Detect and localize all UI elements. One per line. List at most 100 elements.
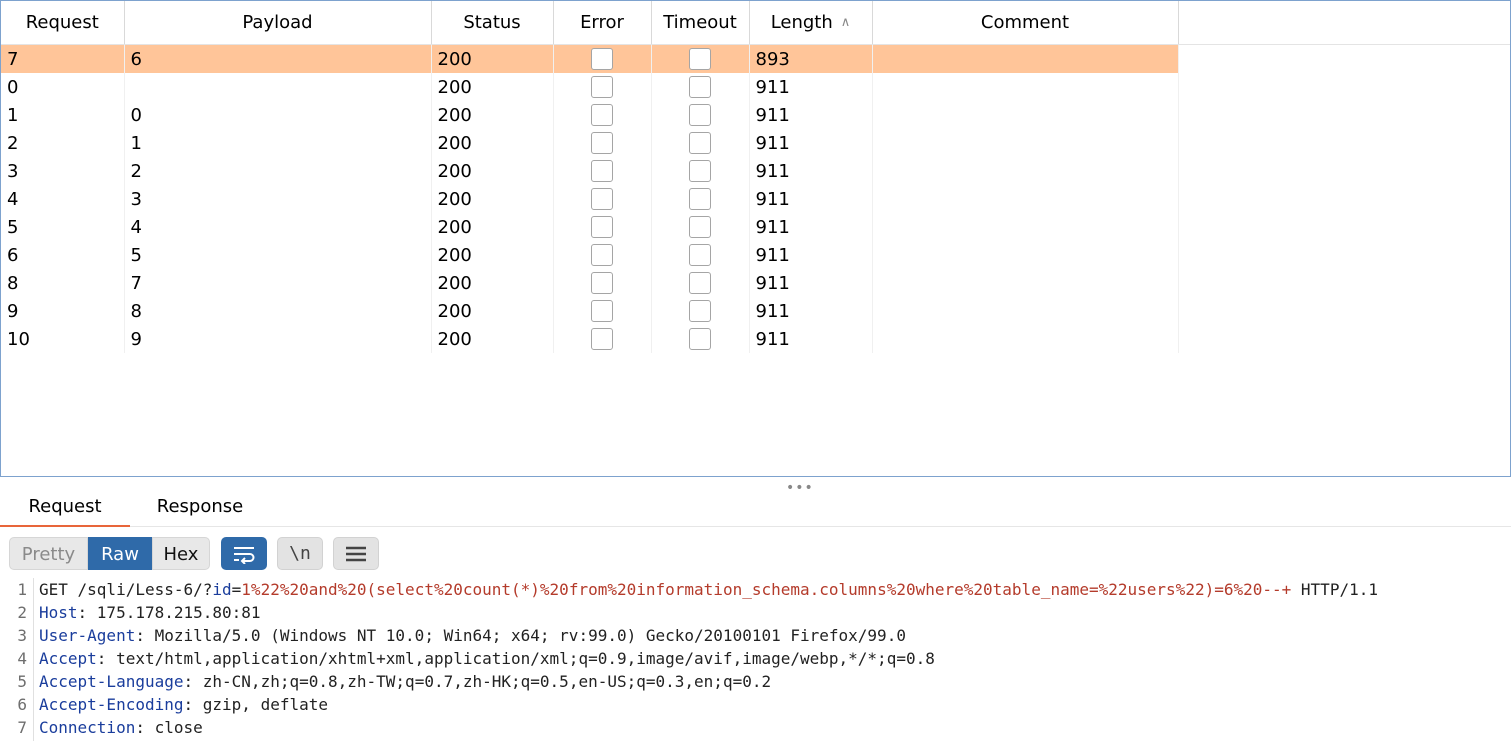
table-row[interactable]: 0 200 911 — [1, 73, 1510, 101]
timeout-checkbox[interactable] — [689, 300, 711, 322]
error-checkbox[interactable] — [591, 300, 613, 322]
error-cell — [553, 213, 652, 241]
error-cell — [553, 101, 652, 129]
error-checkbox[interactable] — [591, 188, 613, 210]
row-filler — [1178, 325, 1510, 353]
line-number: 5 — [17, 672, 27, 691]
code-text: : gzip, deflate — [183, 695, 329, 714]
length-cell: 911 — [749, 241, 873, 269]
table-row[interactable]: 3 2 200 911 — [1, 157, 1510, 185]
tab-request[interactable]: Request — [0, 490, 130, 527]
payload-cell: 5 — [124, 241, 432, 269]
column-header-error[interactable]: Error — [553, 1, 652, 45]
table-row[interactable]: 4 3 200 911 — [1, 185, 1510, 213]
payload-cell: 8 — [124, 297, 432, 325]
status-cell: 200 — [431, 241, 554, 269]
timeout-checkbox[interactable] — [689, 104, 711, 126]
error-checkbox[interactable] — [591, 132, 613, 154]
table-row[interactable]: 1 0 200 911 — [1, 101, 1510, 129]
line-number: 2 — [17, 603, 27, 622]
row-filler — [1178, 213, 1510, 241]
request-cell: 10 — [1, 325, 125, 353]
code-text: : close — [135, 718, 203, 737]
comment-cell — [872, 185, 1179, 213]
length-cell: 911 — [749, 129, 873, 157]
timeout-checkbox[interactable] — [689, 48, 711, 70]
table-row[interactable]: 2 1 200 911 — [1, 129, 1510, 157]
payload-cell: 0 — [124, 101, 432, 129]
error-cell — [553, 325, 652, 353]
request-cell: 6 — [1, 241, 125, 269]
code-text: GET /sqli/Less-6/? — [39, 580, 213, 599]
request-editor[interactable]: 1 GET /sqli/Less-6/?id=1%22%20and%20(sele… — [0, 578, 1511, 741]
column-header-comment[interactable]: Comment — [872, 1, 1179, 45]
column-header-length[interactable]: Length ∧ — [749, 1, 873, 45]
raw-view-button[interactable]: Raw — [88, 537, 152, 570]
error-checkbox[interactable] — [591, 76, 613, 98]
length-cell: 911 — [749, 185, 873, 213]
timeout-checkbox[interactable] — [689, 160, 711, 182]
payload-cell: 7 — [124, 269, 432, 297]
show-newlines-button[interactable]: \n — [277, 537, 323, 570]
payload-cell: 1 — [124, 129, 432, 157]
timeout-checkbox[interactable] — [689, 272, 711, 294]
header-name: Host — [39, 603, 78, 622]
table-row[interactable]: 5 4 200 911 — [1, 213, 1510, 241]
error-cell — [553, 269, 652, 297]
timeout-cell — [651, 297, 750, 325]
word-wrap-icon — [234, 546, 255, 564]
comment-cell — [872, 269, 1179, 297]
timeout-checkbox[interactable] — [689, 216, 711, 238]
hamburger-menu-icon — [346, 546, 366, 561]
error-checkbox[interactable] — [591, 104, 613, 126]
line-text: Accept-Language: zh-CN,zh;q=0.8,zh-TW;q=… — [39, 670, 771, 693]
timeout-cell — [651, 157, 750, 185]
length-cell: 911 — [749, 157, 873, 185]
error-checkbox[interactable] — [591, 48, 613, 70]
request-cell: 5 — [1, 213, 125, 241]
error-checkbox[interactable] — [591, 160, 613, 182]
line-text: GET /sqli/Less-6/?id=1%22%20and%20(selec… — [39, 578, 1378, 601]
line-number: 4 — [17, 649, 27, 668]
timeout-checkbox[interactable] — [689, 188, 711, 210]
column-header-status[interactable]: Status — [431, 1, 554, 45]
column-header-payload[interactable]: Payload — [124, 1, 432, 45]
error-checkbox[interactable] — [591, 328, 613, 350]
comment-cell — [872, 157, 1179, 185]
options-menu-button[interactable] — [333, 537, 379, 570]
line-number: 6 — [17, 695, 27, 714]
status-cell: 200 — [431, 325, 554, 353]
timeout-checkbox[interactable] — [689, 132, 711, 154]
error-checkbox[interactable] — [591, 244, 613, 266]
column-header-timeout[interactable]: Timeout — [651, 1, 750, 45]
row-filler — [1178, 241, 1510, 269]
column-header-request[interactable]: Request — [1, 1, 125, 45]
line-text: Accept: text/html,application/xhtml+xml,… — [39, 647, 935, 670]
payload-cell: 3 — [124, 185, 432, 213]
error-checkbox[interactable] — [591, 272, 613, 294]
table-row[interactable]: 7 6 200 893 — [1, 44, 1510, 73]
request-cell: 3 — [1, 157, 125, 185]
table-row[interactable]: 9 8 200 911 — [1, 297, 1510, 325]
timeout-checkbox[interactable] — [689, 244, 711, 266]
payload-cell: 2 — [124, 157, 432, 185]
error-checkbox[interactable] — [591, 216, 613, 238]
table-row[interactable]: 8 7 200 911 — [1, 269, 1510, 297]
table-row[interactable]: 10 9 200 911 — [1, 325, 1510, 353]
error-cell — [553, 44, 652, 73]
timeout-cell — [651, 269, 750, 297]
table-row[interactable]: 6 5 200 911 — [1, 241, 1510, 269]
timeout-checkbox[interactable] — [689, 76, 711, 98]
line-number: 3 — [17, 626, 27, 645]
tab-response[interactable]: Response — [138, 490, 262, 525]
pretty-view-button[interactable]: Pretty — [9, 537, 88, 570]
timeout-cell — [651, 44, 750, 73]
line-number: 1 — [17, 580, 27, 599]
status-cell: 200 — [431, 213, 554, 241]
code-text: : zh-CN,zh;q=0.8,zh-TW;q=0.7,zh-HK;q=0.5… — [183, 672, 772, 691]
word-wrap-button[interactable] — [221, 537, 267, 570]
status-cell: 200 — [431, 129, 554, 157]
hex-view-button[interactable]: Hex — [152, 537, 210, 570]
payload-cell — [124, 73, 432, 101]
timeout-checkbox[interactable] — [689, 328, 711, 350]
